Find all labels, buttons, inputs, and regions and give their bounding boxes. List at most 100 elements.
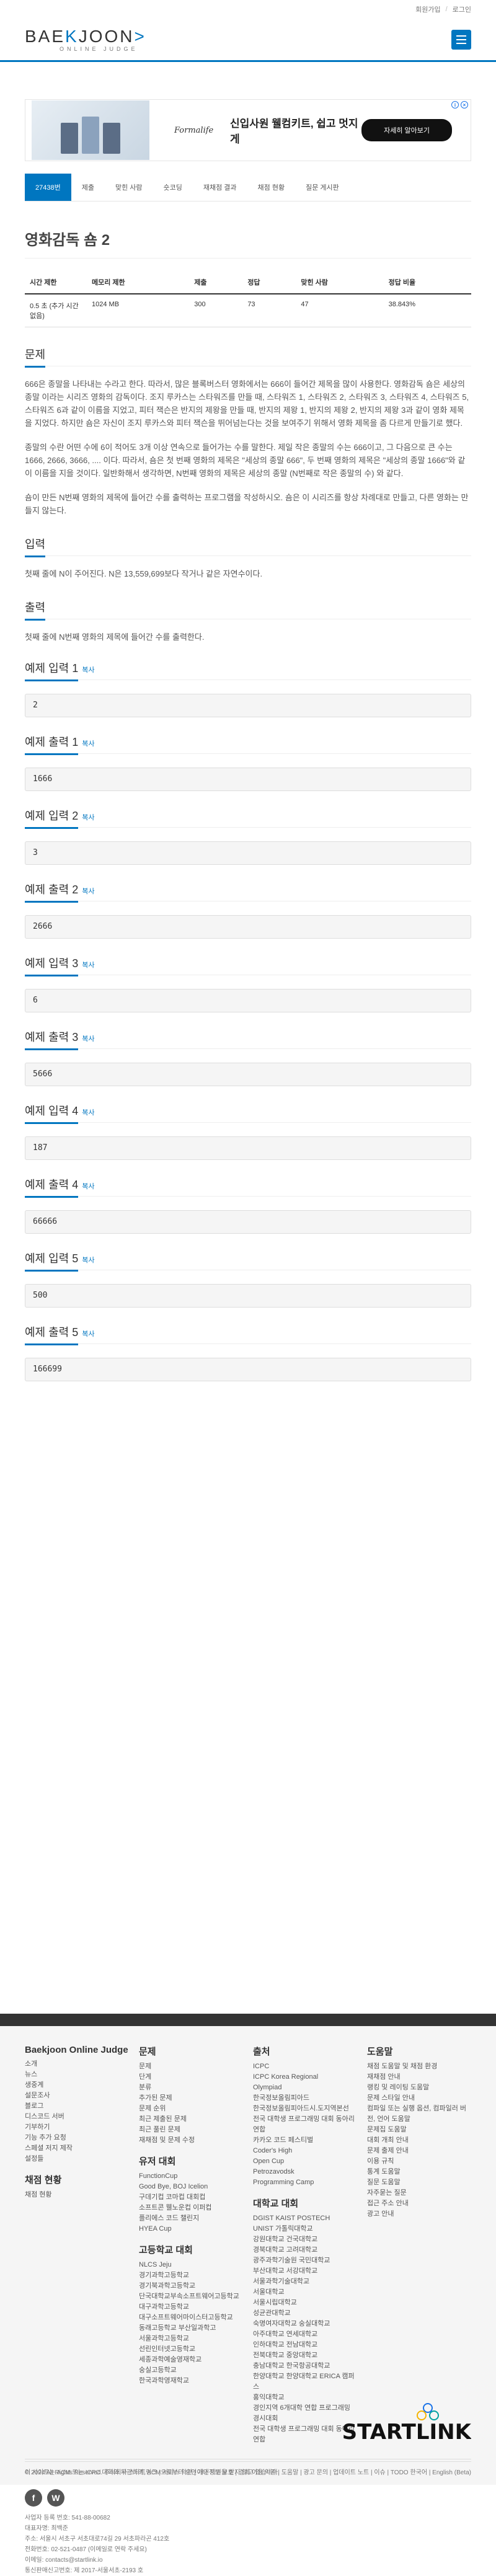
tab-short-coding[interactable]: 숏코딩 — [153, 174, 193, 201]
footer-link[interactable]: 문제 스타일 안내 — [367, 2093, 471, 2104]
footer-link[interactable]: 최근 제출된 문제 — [139, 2114, 243, 2125]
footer-link[interactable]: 대회 개최 안내 — [367, 2135, 471, 2146]
footer-link[interactable]: 디스코드 서버 — [25, 2112, 129, 2122]
footer-link[interactable]: Petrozavodsk — [253, 2167, 357, 2177]
footer-link[interactable]: 소개 — [25, 2059, 129, 2069]
footer-link[interactable]: 서울과학고등학교 — [139, 2334, 243, 2344]
footer-link[interactable]: 대구과학고등학교 — [139, 2302, 243, 2313]
copy-button[interactable]: 복사 — [82, 738, 94, 748]
footer-link[interactable]: Good Bye, BOJ Icelion — [139, 2182, 243, 2192]
footer-link[interactable]: 최근 풀린 문제 — [139, 2125, 243, 2135]
footer-link[interactable]: 랭킹 및 레이팅 도움말 — [367, 2082, 471, 2093]
tab-board[interactable]: 질문 게시판 — [295, 174, 350, 201]
footer-link[interactable]: HYEA Cup — [139, 2224, 243, 2234]
footer-link[interactable]: 스페셜 저지 제작 — [25, 2143, 129, 2154]
footer-link[interactable]: 선린인터넷고등학교 — [139, 2344, 243, 2355]
footer-link[interactable]: ICPC Korea Regional — [253, 2072, 357, 2082]
tab-solved-users[interactable]: 맞힌 사람 — [105, 174, 153, 201]
footer-link[interactable]: ICPC — [253, 2061, 357, 2072]
footer-link[interactable]: 구데기컵 코마컵 대회컵 — [139, 2192, 243, 2203]
tab-status[interactable]: 채점 현황 — [247, 174, 296, 201]
footer-link[interactable]: 숭실고등학교 — [139, 2365, 243, 2376]
copy-button[interactable]: 복사 — [82, 1033, 94, 1043]
footer-link[interactable]: 강원대학교 건국대학교 — [253, 2234, 357, 2245]
footer-link[interactable]: 단국대학교부속소프트웨어고등학교 — [139, 2291, 243, 2302]
footer-link[interactable]: 설문조사 — [25, 2091, 129, 2101]
copy-button[interactable]: 복사 — [82, 1329, 94, 1339]
footer-link[interactable]: 분류 — [139, 2082, 243, 2093]
copy-button[interactable]: 복사 — [82, 1107, 94, 1117]
footer-link[interactable]: FunctionCup — [139, 2171, 243, 2182]
footer-link[interactable]: 재채점 및 문제 수정 — [139, 2135, 243, 2146]
footer-link[interactable]: 전북대학교 중앙대학교 — [253, 2350, 357, 2361]
ad-cta-button[interactable]: 자세히 알아보기 — [361, 119, 452, 141]
footer-link[interactable]: 대구소프트웨어마이스터고등학교 — [139, 2313, 243, 2323]
language-switcher[interactable]: 한국어 | English (Beta) — [410, 2467, 471, 2476]
tab-problem[interactable]: 27438번 — [25, 174, 71, 201]
copy-button[interactable]: 복사 — [82, 665, 94, 675]
footer-link[interactable]: 통계 도움말 — [367, 2167, 471, 2177]
tab-submit[interactable]: 제출 — [71, 174, 105, 201]
footer-link[interactable]: 추가된 문제 — [139, 2093, 243, 2104]
login-link[interactable]: 로그인 — [453, 4, 471, 14]
footer-link[interactable]: 단계 — [139, 2072, 243, 2082]
footer-link[interactable]: 서울시립대학교 — [253, 2298, 357, 2308]
footer-link[interactable]: 세종과학예술영재학교 — [139, 2355, 243, 2365]
wordpress-icon[interactable]: W — [47, 2489, 64, 2507]
footer-link[interactable]: 기부하기 — [25, 2122, 129, 2133]
site-logo[interactable]: BAEKJOON> ONLINE JUDGE — [25, 27, 146, 52]
footer-link[interactable]: 서울과학기술대학교 — [253, 2277, 357, 2287]
footer-link[interactable]: 접근 주소 안내 — [367, 2198, 471, 2209]
footer-link[interactable]: 광고 안내 — [367, 2209, 471, 2220]
footer-link[interactable]: 문제 출제 안내 — [367, 2146, 471, 2156]
footer-link[interactable]: 성균관대학교 — [253, 2308, 357, 2319]
footer-link[interactable]: 경기북과학고등학교 — [139, 2281, 243, 2291]
footer-link[interactable]: 채점 도움말 및 채점 환경 — [367, 2061, 471, 2072]
footer-link[interactable]: 아주대학교 연세대학교 — [253, 2329, 357, 2340]
footer-link[interactable]: UNIST 가톨릭대학교 — [253, 2224, 357, 2234]
footer-link[interactable]: 컴파일 또는 실행 옵션, 컴파일러 버전, 언어 도움말 — [367, 2104, 471, 2125]
footer-link[interactable]: 경기과학고등학교 — [139, 2270, 243, 2281]
footer-link[interactable]: 숙명여자대학교 숭실대학교 — [253, 2319, 357, 2329]
footer-link[interactable]: 광주과학기술원 국민대학교 — [253, 2255, 357, 2266]
ad-info[interactable]: i × — [451, 101, 468, 108]
footer-link[interactable]: 서울대학교 — [253, 2287, 357, 2298]
signup-link[interactable]: 회원가입 — [415, 4, 440, 14]
footer-link[interactable]: 채점 현황 — [25, 2190, 129, 2200]
footer-link[interactable]: Programming Camp — [253, 2177, 357, 2188]
footer-link[interactable]: 뉴스 — [25, 2069, 129, 2080]
tab-rejudge[interactable]: 재채점 결과 — [193, 174, 247, 201]
footer-link[interactable]: 설정들 — [25, 2154, 129, 2164]
footer-link[interactable]: 한국정보올림피아드 — [253, 2093, 357, 2104]
footer-link[interactable]: DGIST KAIST POSTECH — [253, 2213, 357, 2224]
footer-link[interactable]: Open Cup — [253, 2156, 357, 2167]
footer-link[interactable]: Olympiad — [253, 2082, 357, 2093]
footer-link[interactable]: 재채점 안내 — [367, 2072, 471, 2082]
footer-link[interactable]: 한국정보올림피아드시.도지역본선 — [253, 2104, 357, 2114]
footer-link[interactable]: 소프트콘 웰노운컵 이퍼컵 — [139, 2203, 243, 2213]
footer-link[interactable]: 경북대학교 고려대학교 — [253, 2245, 357, 2255]
startlink-logo[interactable]: STARTLINK — [223, 2403, 471, 2440]
footer-link[interactable]: 동래고등학교 부산일과학고 — [139, 2323, 243, 2334]
footer-link[interactable]: 자주묻는 질문 — [367, 2188, 471, 2198]
menu-toggle-button[interactable] — [451, 29, 471, 50]
footer-link[interactable]: 플리에스 코드 챌린지 — [139, 2213, 243, 2224]
copy-button[interactable]: 복사 — [82, 1255, 94, 1265]
copy-button[interactable]: 복사 — [82, 1181, 94, 1191]
footer-link[interactable]: 이용 규칙 — [367, 2156, 471, 2167]
facebook-icon[interactable]: f — [25, 2489, 42, 2507]
footer-link[interactable]: NLCS Jeju — [139, 2260, 243, 2270]
footer-link[interactable]: 문제집 도움말 — [367, 2125, 471, 2135]
footer-link[interactable]: 질문 도움말 — [367, 2177, 471, 2188]
footer-link[interactable]: 전국 대학생 프로그래밍 대회 동아리 연합 — [253, 2114, 357, 2135]
footer-link[interactable]: 카카오 코드 페스티벌 — [253, 2135, 357, 2146]
footer-link[interactable]: 부산대학교 서강대학교 — [253, 2266, 357, 2277]
footer-link[interactable]: 인하대학교 전남대학교 — [253, 2340, 357, 2350]
copy-button[interactable]: 복사 — [82, 812, 94, 822]
footer-link[interactable]: 한국과학영재학교 — [139, 2376, 243, 2386]
advertisement-banner[interactable]: Formalife 신입사원 웰컴키트, 쉽고 멋지게 자세히 알아보기 i × — [25, 99, 471, 161]
footer-link[interactable]: 기능 추가 요청 — [25, 2133, 129, 2143]
footer-link[interactable]: 문제 순위 — [139, 2104, 243, 2114]
copy-button[interactable]: 복사 — [82, 886, 94, 896]
footer-link[interactable]: 생중계 — [25, 2080, 129, 2091]
